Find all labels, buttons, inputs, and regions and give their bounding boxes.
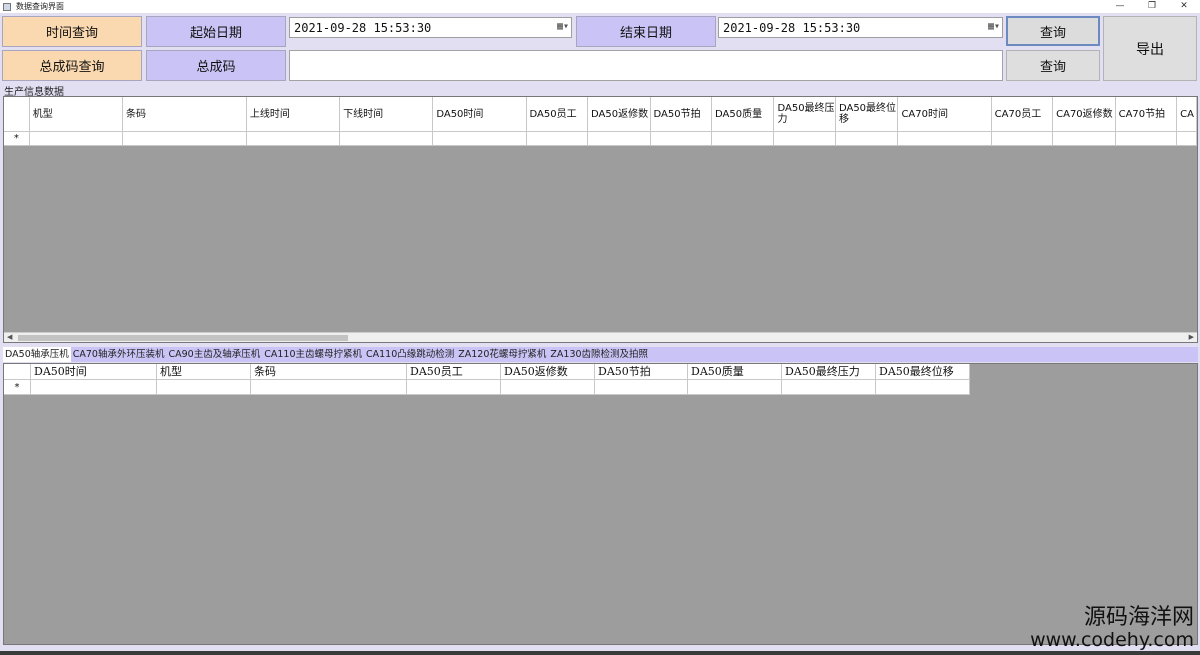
tab-za120[interactable]: ZA120花螺母拧紧机	[456, 347, 548, 362]
table-cell[interactable]	[526, 132, 589, 146]
column-header[interactable]: DA50质量	[688, 364, 782, 380]
table-cell[interactable]	[991, 132, 1054, 146]
tab-ca70[interactable]: CA70轴承外环压装机	[71, 347, 167, 362]
column-header[interactable]: DA50时间	[433, 97, 527, 132]
window-title: 数据查询界面	[16, 2, 64, 11]
close-icon[interactable]: ✕	[1168, 0, 1200, 13]
end-date-label: 结束日期	[576, 16, 716, 47]
column-header[interactable]: CA70返修数	[1053, 97, 1116, 132]
column-header[interactable]: CA70节拍	[1115, 97, 1178, 132]
table-cell[interactable]	[688, 380, 782, 395]
column-header[interactable]: CA70员工	[991, 97, 1054, 132]
app-icon	[3, 2, 11, 11]
table-cell[interactable]	[774, 132, 836, 146]
table-cell[interactable]	[835, 132, 899, 146]
table-cell[interactable]	[1053, 132, 1116, 146]
code-query-button[interactable]: 总成码查询	[2, 50, 142, 81]
total-code-label: 总成码	[146, 50, 286, 81]
production-data-grid[interactable]: 机型 条码 上线时间 下线时间 DA50时间 DA50员工 DA50返修数 DA…	[3, 96, 1198, 343]
table-cell[interactable]	[501, 380, 595, 395]
table-cell[interactable]	[898, 132, 992, 146]
table-cell[interactable]	[246, 132, 341, 146]
code-query-submit-button[interactable]: 查询	[1006, 50, 1100, 81]
column-header[interactable]: 上线时间	[246, 97, 341, 132]
tab-ca90[interactable]: CA90主齿及轴承压机	[166, 347, 262, 362]
column-header[interactable]: 条码	[122, 97, 247, 132]
table-cell[interactable]	[1177, 132, 1197, 146]
row-header-corner	[4, 97, 30, 132]
end-date-value: 2021-09-28 15:53:30	[723, 20, 861, 35]
tab-ca110-nut[interactable]: CA110主齿螺母拧紧机	[262, 347, 364, 362]
machine-tab-strip: DA50轴承压机 CA70轴承外环压装机 CA90主齿及轴承压机 CA110主齿…	[3, 347, 1198, 362]
table-row[interactable]: *	[4, 132, 1197, 146]
table-cell[interactable]	[157, 380, 251, 395]
tab-ca110-runout[interactable]: CA110凸缘跳动检测	[364, 347, 456, 362]
column-header[interactable]: DA50员工	[526, 97, 589, 132]
new-row-marker: *	[4, 132, 30, 146]
minimize-icon[interactable]: —	[1104, 0, 1136, 13]
scrollbar-thumb[interactable]	[18, 335, 348, 341]
table-cell[interactable]	[407, 380, 501, 395]
scroll-right-icon[interactable]: ▶	[1189, 333, 1194, 341]
column-header[interactable]: DA50时间	[31, 364, 157, 380]
column-header[interactable]: DA50最终位移	[876, 364, 970, 380]
table-cell[interactable]	[782, 380, 876, 395]
table-cell[interactable]	[595, 380, 688, 395]
column-header[interactable]: 下线时间	[340, 97, 434, 132]
scroll-left-icon[interactable]: ◀	[7, 333, 12, 341]
table-cell[interactable]	[711, 132, 775, 146]
production-grid-header: 机型 条码 上线时间 下线时间 DA50时间 DA50员工 DA50返修数 DA…	[4, 97, 1197, 132]
row-header-corner	[4, 364, 31, 380]
table-cell[interactable]	[588, 132, 651, 146]
column-header[interactable]: DA50最终压力	[782, 364, 876, 380]
table-cell[interactable]	[29, 132, 123, 146]
table-cell[interactable]	[433, 132, 527, 146]
column-header[interactable]: DA50质量	[711, 97, 775, 132]
column-header[interactable]: 机型	[29, 97, 123, 132]
table-cell[interactable]	[122, 132, 247, 146]
total-code-input[interactable]	[289, 50, 1003, 81]
column-header[interactable]: DA50节拍	[650, 97, 712, 132]
export-button[interactable]: 导出	[1103, 16, 1197, 81]
table-cell[interactable]	[31, 380, 157, 395]
start-date-label: 起始日期	[146, 16, 286, 47]
column-header[interactable]: DA50返修数	[501, 364, 595, 380]
detail-grid-header: DA50时间 机型 条码 DA50员工 DA50返修数 DA50节拍 DA50质…	[4, 364, 970, 380]
new-row-marker: *	[4, 380, 31, 395]
start-date-value: 2021-09-28 15:53:30	[294, 20, 432, 35]
table-row[interactable]: *	[4, 380, 970, 395]
column-header[interactable]: DA50节拍	[595, 364, 688, 380]
column-header[interactable]: DA50最终压力	[774, 97, 836, 132]
machine-detail-grid[interactable]: DA50时间 机型 条码 DA50员工 DA50返修数 DA50节拍 DA50质…	[3, 363, 1198, 645]
column-header[interactable]: DA50最终位移	[835, 97, 899, 132]
table-cell[interactable]	[1115, 132, 1178, 146]
tab-za130[interactable]: ZA130齿隙检测及拍照	[548, 347, 650, 362]
table-cell[interactable]	[340, 132, 434, 146]
column-header[interactable]: CA	[1177, 97, 1197, 132]
table-cell[interactable]	[251, 380, 407, 395]
time-query-button[interactable]: 时间查询	[2, 16, 142, 47]
calendar-dropdown-icon[interactable]: ▦▾	[988, 21, 1000, 32]
watermark-site-name: 源码海洋网	[1083, 605, 1194, 630]
tab-da50[interactable]: DA50轴承压机	[3, 347, 71, 362]
start-date-picker[interactable]: 2021-09-28 15:53:30 ▦▾	[289, 17, 572, 38]
end-date-picker[interactable]: 2021-09-28 15:53:30 ▦▾	[718, 17, 1003, 38]
column-header[interactable]: DA50员工	[407, 364, 501, 380]
taskbar-strip	[0, 651, 1200, 655]
restore-icon[interactable]: ❐	[1136, 0, 1168, 13]
table-cell[interactable]	[876, 380, 970, 395]
column-header[interactable]: CA70时间	[898, 97, 992, 132]
window-controls: — ❐ ✕	[1104, 0, 1200, 13]
title-bar: 数据查询界面 — ❐ ✕	[0, 0, 1200, 13]
column-header[interactable]: 机型	[157, 364, 251, 380]
time-query-submit-button[interactable]: 查询	[1006, 16, 1100, 46]
table-cell[interactable]	[650, 132, 712, 146]
calendar-dropdown-icon[interactable]: ▦▾	[557, 21, 569, 32]
column-header[interactable]: DA50返修数	[588, 97, 651, 132]
horizontal-scrollbar[interactable]: ◀ ▶	[4, 332, 1197, 342]
watermark-url: www.codehy.com	[1030, 629, 1194, 651]
column-header[interactable]: 条码	[251, 364, 407, 380]
